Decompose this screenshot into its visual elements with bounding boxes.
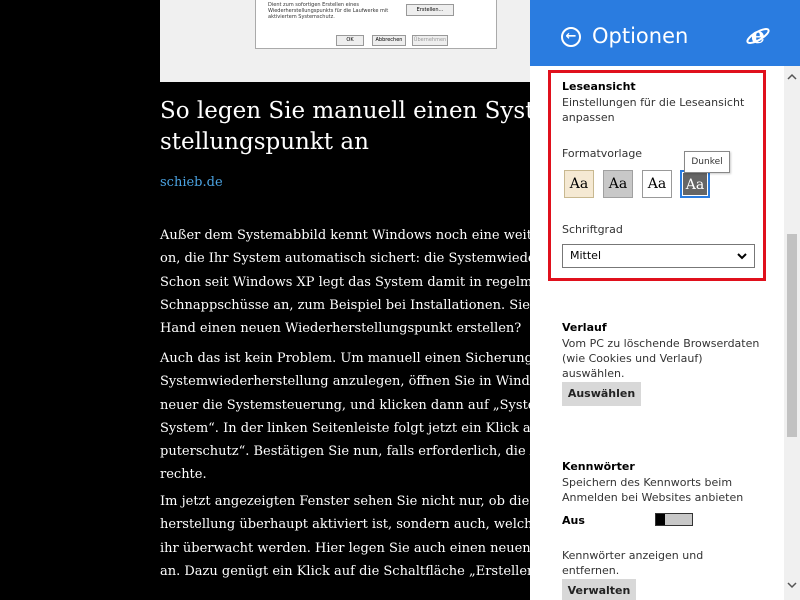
article-paragraph: Außer dem Systemabbild kennt Windows noc… [160, 224, 530, 340]
passwords-toggle-label: Aus [562, 514, 585, 527]
chevron-down-icon [737, 253, 747, 260]
font-size-value: Mittel [570, 249, 601, 262]
article-paragraph: Im jetzt angezeigten Fenster sehen Sie n… [160, 490, 530, 583]
scroll-down-icon[interactable] [784, 578, 800, 592]
dialog-description: Dient zum sofortigen Erstellen eines Wie… [268, 2, 389, 20]
passwords-description: Speichern des Kennworts beim Anmelden be… [562, 476, 744, 504]
style-tooltip: Dunkel [684, 151, 730, 173]
internet-explorer-logo-icon: e [746, 23, 770, 48]
options-panel: ← Optionen e Leseansicht Einstellungen f… [530, 0, 800, 600]
reading-view-article: Dient zum sofortigen Erstellen eines Wie… [0, 0, 530, 600]
system-protection-dialog: Dient zum sofortigen Erstellen eines Wie… [255, 0, 497, 49]
article-title-line: stellungspunkt an [160, 129, 369, 155]
manage-button[interactable]: Verwalten [562, 579, 636, 600]
article-title: So legen Sie manuell einen Systemw stell… [160, 96, 530, 158]
reading-view-description: Einstellungen für die Leseansicht anpass… [562, 96, 745, 124]
passwords-heading: Kennwörter [562, 460, 635, 473]
paragraph-line: Systemwiederherstellung anzulegen, öffne… [160, 374, 530, 390]
svg-text:e: e [751, 23, 765, 48]
back-arrow-circle-icon[interactable]: ← [561, 27, 581, 47]
choose-button[interactable]: Auswählen [562, 382, 641, 406]
style-label: Formatvorlage [562, 147, 643, 160]
paragraph-line: System“. In der linken Seitenleiste folg… [160, 420, 530, 436]
scrollbar-thumb[interactable] [787, 234, 797, 437]
passwords-toggle[interactable] [655, 513, 693, 526]
scrollbar[interactable] [784, 66, 800, 600]
reading-view-heading: Leseansicht [562, 80, 636, 93]
paragraph-line: puterschutz“. Bestätigen Sie nun, falls … [160, 444, 530, 460]
style-option-white[interactable]: Aa [642, 170, 672, 198]
article-screenshot-image: Dient zum sofortigen Erstellen eines Wie… [160, 0, 530, 82]
paragraph-line: on, die Ihr System automatisch sichert: … [160, 251, 530, 267]
options-content: Leseansicht Einstellungen für die Lesean… [530, 66, 784, 600]
paragraph-line: Außer dem Systemabbild kennt Windows noc… [160, 228, 530, 243]
style-option-gray[interactable]: Aa [603, 170, 633, 198]
article-paragraph: Auch das ist kein Problem. Um manuell ei… [160, 347, 530, 487]
history-description: Vom PC zu löschende Browserdaten (wie Co… [562, 337, 760, 380]
panel-title: Optionen [592, 24, 689, 48]
dialog-create-button: Erstellen... [406, 4, 454, 16]
paragraph-line: Hand einen neuen Wiederherstellungspunkt… [160, 321, 522, 337]
paragraph-line: ihr überwacht werden. Hier legen Sie auc… [160, 540, 530, 556]
paragraph-line: rechte. [160, 467, 207, 483]
paragraph-line: Schnappschüsse an, zum Beispiel bei Inst… [160, 297, 530, 313]
paragraph-line: neuer die Systemsteuerung, und klicken d… [160, 397, 530, 413]
paragraph-line: herstellung überhaupt aktiviert ist, son… [160, 517, 530, 533]
paragraph-line: Auch das ist kein Problem. Um manuell ei… [160, 351, 530, 366]
options-header: ← Optionen e [530, 0, 800, 66]
dialog-cancel-button: Abbrechen [372, 35, 406, 46]
history-heading: Verlauf [562, 321, 607, 334]
font-size-label: Schriftgrad [562, 223, 623, 236]
font-size-dropdown[interactable]: Mittel [562, 244, 755, 268]
scroll-up-icon[interactable] [784, 70, 800, 84]
style-option-sepia[interactable]: Aa [564, 170, 594, 198]
manage-passwords-text: Kennwörter anzeigen und entfernen. [562, 549, 704, 577]
dialog-ok-button: OK [336, 35, 364, 46]
paragraph-line: Im jetzt angezeigten Fenster sehen Sie n… [160, 494, 530, 509]
style-option-dark[interactable]: Aa [680, 170, 710, 198]
paragraph-line: an. Dazu genügt ein Klick auf die Schalt… [160, 563, 530, 579]
toggle-knob [656, 514, 665, 525]
article-title-line: So legen Sie manuell einen Systemw [160, 98, 530, 124]
dialog-apply-button: Übernehmen [412, 35, 448, 46]
article-source-link[interactable]: schieb.de [160, 175, 223, 190]
paragraph-line: Schon seit Windows XP legt das System da… [160, 274, 530, 290]
